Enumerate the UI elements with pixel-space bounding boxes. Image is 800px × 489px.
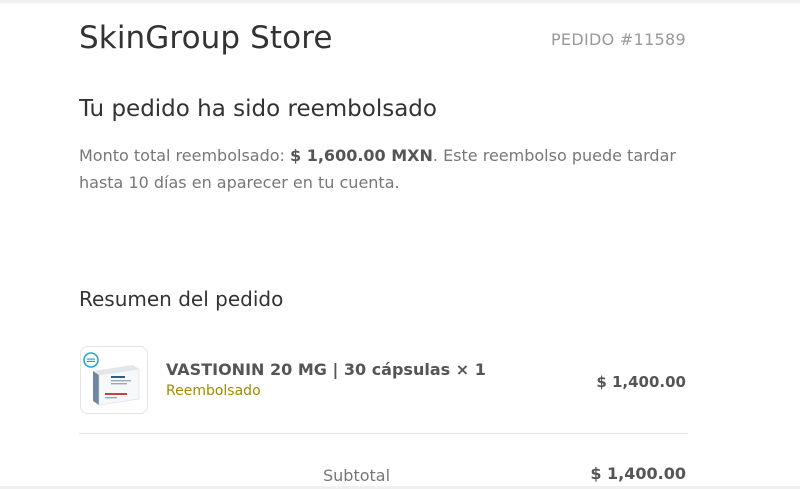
product-image bbox=[80, 346, 148, 414]
product-price: $ 1,400.00 bbox=[596, 373, 686, 391]
line-item: VASTIONIN 20 MG | 30 cápsulas × 1 Reembo… bbox=[166, 360, 486, 399]
medicine-box-icon bbox=[83, 352, 140, 406]
order-summary-title: Resumen del pedido bbox=[79, 287, 284, 311]
top-divider bbox=[0, 0, 800, 3]
summary-divider bbox=[79, 433, 688, 434]
product-name: VASTIONIN 20 MG | 30 cápsulas × 1 bbox=[166, 360, 486, 379]
subtotal-value: $ 1,400.00 bbox=[590, 464, 686, 483]
subtotal-label: Subtotal bbox=[323, 466, 391, 485]
refund-heading: Tu pedido ha sido reembolsado bbox=[79, 96, 437, 122]
store-name: SkinGroup Store bbox=[79, 20, 333, 56]
order-refund-page: SkinGroup Store PEDIDO #11589 Tu pedido … bbox=[0, 0, 800, 489]
order-number: PEDIDO #11589 bbox=[550, 30, 686, 49]
refund-message-prefix: Monto total reembolsado: bbox=[79, 146, 291, 165]
refund-message: Monto total reembolsado: $ 1,600.00 MXN.… bbox=[79, 142, 689, 196]
product-status: Reembolsado bbox=[166, 383, 261, 399]
refund-amount: $ 1,600.00 MXN bbox=[290, 146, 433, 165]
